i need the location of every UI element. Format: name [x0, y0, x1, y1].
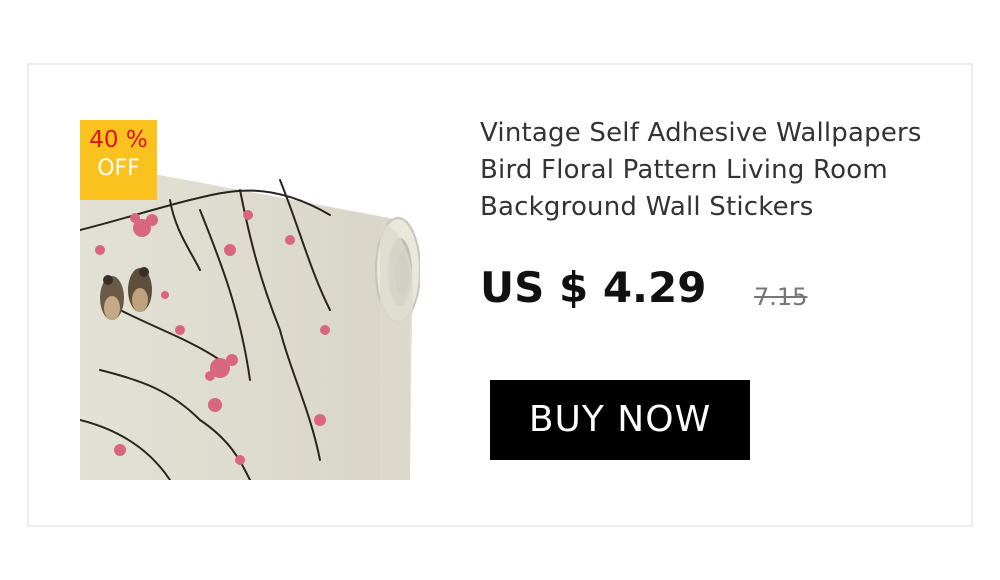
current-price: US $ 4.29: [480, 263, 707, 312]
discount-badge: 40 % OFF: [80, 120, 157, 200]
buy-now-button[interactable]: BUY NOW: [490, 380, 750, 460]
product-title[interactable]: Vintage Self Adhesive Wallpapers Bird Fl…: [480, 115, 938, 230]
discount-off-label: OFF: [97, 156, 140, 181]
original-price: 7.15: [754, 283, 808, 311]
discount-percent: 40 %: [89, 127, 148, 153]
